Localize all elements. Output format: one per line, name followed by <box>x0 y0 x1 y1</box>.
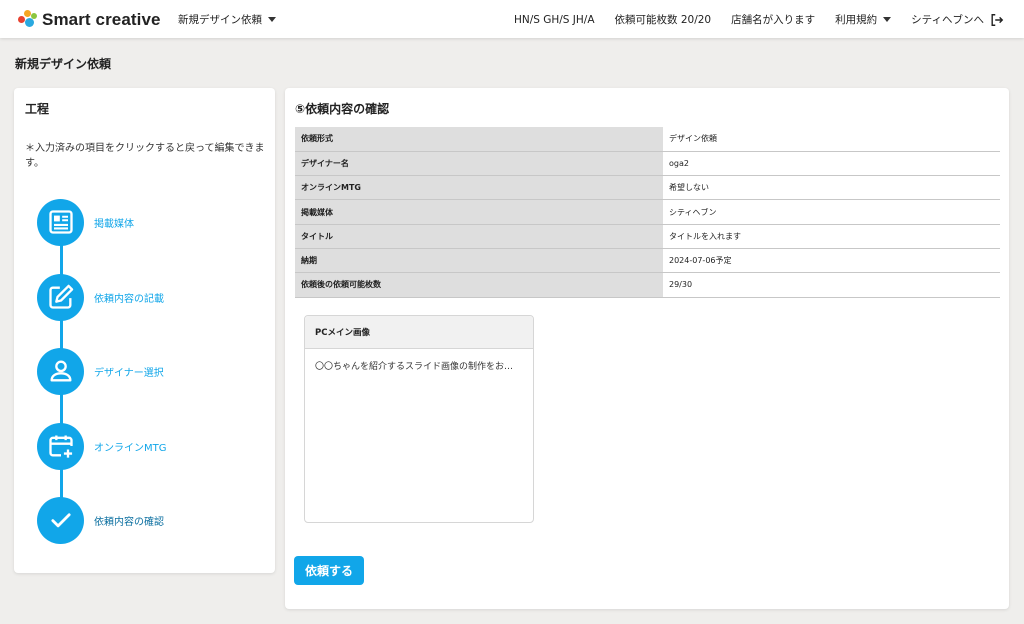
row-key: タイトル <box>295 224 663 249</box>
row-key: 掲載媒体 <box>295 199 663 225</box>
step-label: オンラインMTG <box>94 442 167 454</box>
row-value: 2024-07-06予定 <box>663 248 1000 274</box>
confirm-table: 依頼形式 デザイン依頼 デザイナー名 oga2 オンラインMTG 希望しない 掲… <box>295 127 1000 298</box>
newspaper-icon <box>48 210 73 234</box>
process-title: 工程 <box>25 102 50 116</box>
table-row: 掲載媒体 シティヘブン <box>295 199 1000 225</box>
image-card-description: 〇〇ちゃんを紹介するスライド画像の制作をお… <box>315 362 514 372</box>
caret-down-icon <box>268 17 276 22</box>
table-row: デザイナー名 oga2 <box>295 151 1000 177</box>
store-name: 店舗名が入ります <box>731 14 816 26</box>
row-value: 希望しない <box>663 175 1000 201</box>
terms-menu-label: 利用規約 <box>835 14 878 26</box>
city-heaven-link[interactable]: シティヘブンへ <box>911 12 1004 27</box>
row-value: デザイン依頼 <box>663 127 1000 152</box>
quota-indicator: 依頼可能枚数 20/20 <box>614 14 712 26</box>
logo-mark-icon <box>18 10 38 30</box>
step-label: 掲載媒体 <box>94 218 134 230</box>
table-row: 依頼後の依頼可能枚数 29/30 <box>295 272 1000 298</box>
step-label: 依頼内容の確認 <box>94 516 164 528</box>
step-media[interactable]: 掲載媒体 <box>37 198 257 246</box>
step-label: デザイナー選択 <box>94 367 164 379</box>
page-title: 新規デザイン依頼 <box>15 57 112 71</box>
logo-text: Smart creative <box>42 10 161 29</box>
process-panel: 工程 ＊入力済みの項目をクリックすると戻って編集できます。 掲載媒体 依頼内容の… <box>14 88 275 573</box>
terms-menu[interactable]: 利用規約 <box>835 12 892 27</box>
new-design-menu[interactable]: 新規デザイン依頼 <box>178 12 276 27</box>
step-confirm[interactable]: 依頼内容の確認 <box>37 496 257 544</box>
process-note: ＊入力済みの項目をクリックすると戻って編集できます。 <box>25 143 265 169</box>
confirm-title: ⑤依頼内容の確認 <box>295 102 390 116</box>
calendar-plus-icon <box>48 435 73 458</box>
row-key: 納期 <box>295 248 663 274</box>
step-label: 依頼内容の記載 <box>94 293 164 305</box>
table-row: 依頼形式 デザイン依頼 <box>295 127 1000 152</box>
row-key: 依頼後の依頼可能枚数 <box>295 272 663 298</box>
top-header: Smart creative 新規デザイン依頼 HN/S GH/S JH/A 依… <box>0 0 1024 38</box>
row-key: 依頼形式 <box>295 127 663 152</box>
area-codes: HN/S GH/S JH/A <box>513 13 595 26</box>
submit-request-button[interactable]: 依頼する <box>294 556 364 585</box>
table-row: 納期 2024-07-06予定 <box>295 248 1000 274</box>
logo[interactable]: Smart creative <box>18 8 161 32</box>
user-icon <box>50 360 72 382</box>
pc-main-image-card: PCメイン画像 〇〇ちゃんを紹介するスライド画像の制作をお… <box>304 315 534 523</box>
row-key: デザイナー名 <box>295 151 663 177</box>
step-designer-select[interactable]: デザイナー選択 <box>37 347 257 395</box>
new-design-menu-label: 新規デザイン依頼 <box>178 14 262 26</box>
edit-icon <box>48 284 73 309</box>
step-request-details[interactable]: 依頼内容の記載 <box>37 273 257 321</box>
city-heaven-label: シティヘブンへ <box>911 14 984 26</box>
row-key: オンラインMTG <box>295 175 663 201</box>
caret-down-icon <box>883 17 892 22</box>
row-value: 29/30 <box>663 272 1000 298</box>
row-value: タイトルを入れます <box>663 224 1000 249</box>
header-right-nav: HN/S GH/S JH/A 依頼可能枚数 20/20 店舗名が入ります 利用規… <box>514 12 1004 27</box>
confirm-panel: ⑤依頼内容の確認 依頼形式 デザイン依頼 デザイナー名 oga2 オンラインMT… <box>285 88 1009 609</box>
table-row: タイトル タイトルを入れます <box>295 224 1000 249</box>
step-online-mtg[interactable]: オンラインMTG <box>37 422 257 470</box>
check-icon <box>50 513 71 528</box>
table-row: オンラインMTG 希望しない <box>295 175 1000 201</box>
row-value: oga2 <box>663 151 1000 177</box>
logout-icon <box>991 13 1004 26</box>
image-card-title: PCメイン画像 <box>305 316 533 349</box>
row-value: シティヘブン <box>663 199 1000 225</box>
